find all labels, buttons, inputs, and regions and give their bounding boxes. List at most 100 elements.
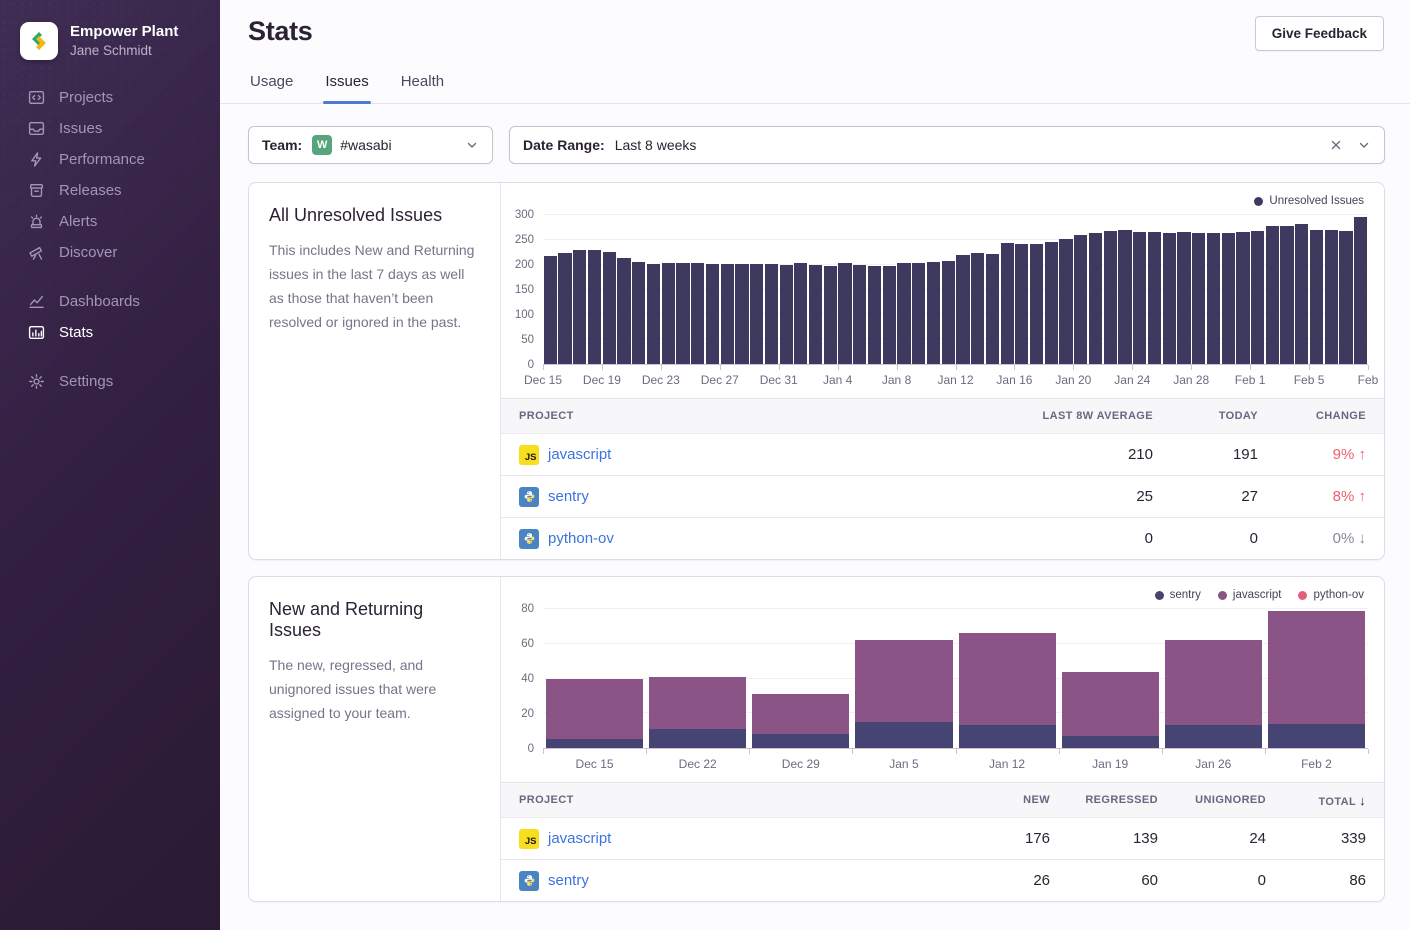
bar-23[interactable] xyxy=(883,215,896,364)
bar-Dec 29[interactable] xyxy=(752,609,849,748)
sidebar-item-performance[interactable]: Performance xyxy=(0,144,220,175)
bar-13[interactable] xyxy=(735,215,748,364)
bar-42[interactable] xyxy=(1163,215,1176,364)
bar-37[interactable] xyxy=(1089,215,1102,364)
bar-Jan 5[interactable] xyxy=(855,609,952,748)
bar-49[interactable] xyxy=(1266,215,1279,364)
bar-16[interactable] xyxy=(780,215,793,364)
bar-Dec 15[interactable] xyxy=(546,609,643,748)
bar-55[interactable] xyxy=(1354,215,1367,364)
bar-29[interactable] xyxy=(971,215,984,364)
bar-34[interactable] xyxy=(1045,215,1058,364)
org-switcher[interactable]: Empower Plant Jane Schmidt xyxy=(0,18,220,82)
bar-21[interactable] xyxy=(853,215,866,364)
bar-36[interactable] xyxy=(1074,215,1087,364)
project-link[interactable]: javascript xyxy=(548,446,611,463)
bar-Jan 26[interactable] xyxy=(1165,609,1262,748)
sidebar-item-releases[interactable]: Releases xyxy=(0,175,220,206)
tab-health[interactable]: Health xyxy=(399,65,446,103)
bar-Feb 2[interactable] xyxy=(1268,609,1365,748)
bar-53[interactable] xyxy=(1325,215,1338,364)
sidebar-item-projects[interactable]: Projects xyxy=(0,82,220,113)
sidebar-item-settings[interactable]: Settings xyxy=(0,366,220,397)
tab-issues[interactable]: Issues xyxy=(323,65,370,103)
bar-44[interactable] xyxy=(1192,215,1205,364)
content-area: Team: W #wasabi Date Range: Last 8 weeks… xyxy=(220,104,1410,930)
sidebar-item-dashboards[interactable]: Dashboards xyxy=(0,286,220,317)
bar-Dec 22[interactable] xyxy=(649,609,746,748)
bar-0[interactable] xyxy=(544,215,557,364)
unresolved-issues-table: PROJECT LAST 8W AVERAGE TODAY CHANGE JS … xyxy=(501,398,1384,559)
chart-legend: Unresolved Issues xyxy=(509,195,1364,207)
bar-38[interactable] xyxy=(1104,215,1117,364)
bar-19[interactable] xyxy=(824,215,837,364)
bar-6[interactable] xyxy=(632,215,645,364)
project-link[interactable]: sentry xyxy=(548,872,589,889)
main-content: Stats Give Feedback Usage Issues Health … xyxy=(220,0,1410,930)
bar-30[interactable] xyxy=(986,215,999,364)
bar-15[interactable] xyxy=(765,215,778,364)
bar-20[interactable] xyxy=(838,215,851,364)
bar-48[interactable] xyxy=(1251,215,1264,364)
sidebar-item-discover[interactable]: Discover xyxy=(0,237,220,268)
bar-35[interactable] xyxy=(1059,215,1072,364)
bar-7[interactable] xyxy=(647,215,660,364)
bar-54[interactable] xyxy=(1339,215,1352,364)
regressed-value: 139 xyxy=(1050,830,1158,847)
project-link[interactable]: python-ov xyxy=(548,530,614,547)
bar-18[interactable] xyxy=(809,215,822,364)
bar-5[interactable] xyxy=(617,215,630,364)
bar-33[interactable] xyxy=(1030,215,1043,364)
bar-10[interactable] xyxy=(691,215,704,364)
projects-icon xyxy=(28,89,45,106)
bar-32[interactable] xyxy=(1015,215,1028,364)
sidebar-item-stats[interactable]: Stats xyxy=(0,317,220,348)
project-link[interactable]: sentry xyxy=(548,488,589,505)
bar-43[interactable] xyxy=(1177,215,1190,364)
bar-1[interactable] xyxy=(558,215,571,364)
bar-51[interactable] xyxy=(1295,215,1308,364)
legend-item-Unresolved Issues[interactable]: Unresolved Issues xyxy=(1254,195,1364,207)
bar-25[interactable] xyxy=(912,215,925,364)
sidebar-item-issues[interactable]: Issues xyxy=(0,113,220,144)
bar-4[interactable] xyxy=(603,215,616,364)
bar-3[interactable] xyxy=(588,215,601,364)
legend-item-sentry[interactable]: sentry xyxy=(1155,589,1201,601)
team-select[interactable]: Team: W #wasabi xyxy=(248,126,493,164)
bar-40[interactable] xyxy=(1133,215,1146,364)
bar-2[interactable] xyxy=(573,215,586,364)
project-link[interactable]: javascript xyxy=(548,830,611,847)
column-header-total[interactable]: TOTAL↓ xyxy=(1266,793,1366,808)
legend-item-javascript[interactable]: javascript xyxy=(1218,589,1282,601)
bar-46[interactable] xyxy=(1222,215,1235,364)
bar-22[interactable] xyxy=(868,215,881,364)
bar-45[interactable] xyxy=(1207,215,1220,364)
bar-12[interactable] xyxy=(721,215,734,364)
bar-28[interactable] xyxy=(956,215,969,364)
unignored-value: 0 xyxy=(1158,872,1266,889)
bar-Jan 12[interactable] xyxy=(959,609,1056,748)
bar-31[interactable] xyxy=(1001,215,1014,364)
legend-item-python-ov[interactable]: python-ov xyxy=(1298,589,1364,601)
bar-47[interactable] xyxy=(1236,215,1249,364)
table-row: python-ov 0 0 0% ↓ xyxy=(501,517,1384,559)
clear-icon[interactable] xyxy=(1329,138,1343,152)
bar-14[interactable] xyxy=(750,215,763,364)
give-feedback-button[interactable]: Give Feedback xyxy=(1255,16,1384,51)
tab-usage[interactable]: Usage xyxy=(248,65,295,103)
bar-11[interactable] xyxy=(706,215,719,364)
bar-24[interactable] xyxy=(897,215,910,364)
bar-17[interactable] xyxy=(794,215,807,364)
column-header-new: NEW xyxy=(942,794,1050,806)
bar-9[interactable] xyxy=(676,215,689,364)
sidebar-item-alerts[interactable]: Alerts xyxy=(0,206,220,237)
bar-39[interactable] xyxy=(1118,215,1131,364)
bar-27[interactable] xyxy=(942,215,955,364)
bar-50[interactable] xyxy=(1280,215,1293,364)
bar-Jan 19[interactable] xyxy=(1062,609,1159,748)
bar-41[interactable] xyxy=(1148,215,1161,364)
bar-52[interactable] xyxy=(1310,215,1323,364)
bar-8[interactable] xyxy=(662,215,675,364)
bar-26[interactable] xyxy=(927,215,940,364)
date-range-select[interactable]: Date Range: Last 8 weeks xyxy=(509,126,1385,164)
